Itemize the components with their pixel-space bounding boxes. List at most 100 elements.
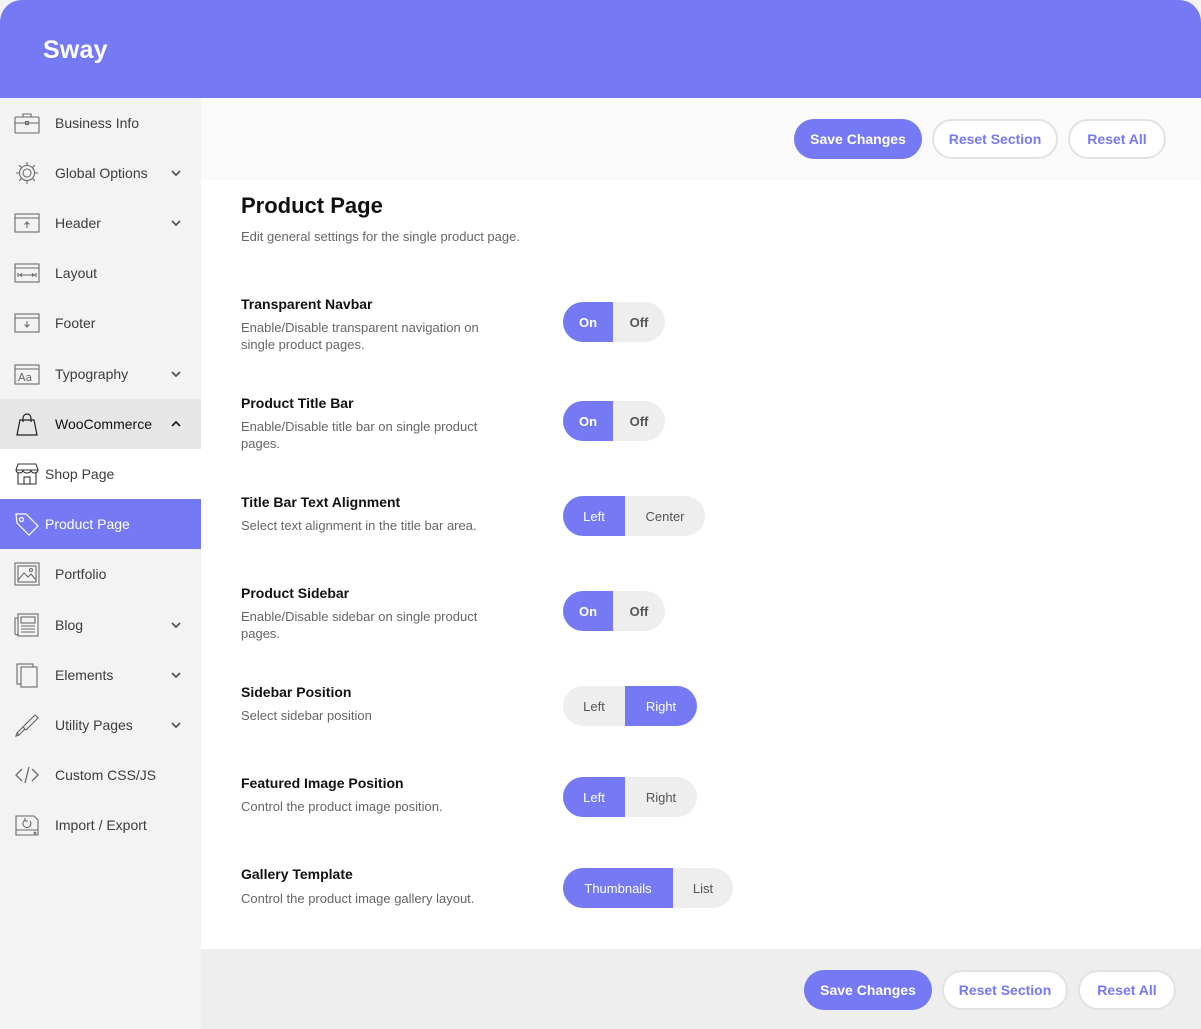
sidebar-item-global-options[interactable]: Global Options	[0, 148, 201, 198]
sidebar-item-woocommerce[interactable]: WooCommerce	[0, 399, 201, 449]
page-title: Product Page	[241, 193, 383, 218]
sidebar-item-label: Global Options	[55, 165, 148, 181]
sidebar-item-label: Typography	[55, 366, 129, 382]
save-changes-button[interactable]: Save Changes	[804, 970, 932, 1010]
setting-description: Control the product image position.	[241, 799, 443, 814]
footer-layout-icon	[13, 310, 41, 336]
setting-title: Featured Image Position	[241, 775, 404, 791]
sidebar-item-elements[interactable]: Elements	[0, 650, 201, 700]
sidebar-item-footer[interactable]: Footer	[0, 298, 201, 348]
sidebar-item-layout[interactable]: Layout	[0, 248, 201, 298]
layout-width-icon	[13, 260, 41, 286]
sidebar-item-label: Product Page	[45, 516, 130, 532]
toggle-off-option[interactable]: Off	[613, 401, 665, 441]
setting-title: Transparent Navbar	[241, 296, 373, 312]
list-option[interactable]: List	[673, 868, 733, 908]
setting-description: Select text alignment in the title bar a…	[241, 518, 477, 533]
sidebar-item-header[interactable]: Header	[0, 198, 201, 248]
sidebar-item-business-info[interactable]: Business Info	[0, 98, 201, 148]
shopping-bag-icon	[13, 411, 41, 437]
sidebar-item-label: Blog	[55, 617, 84, 633]
sidebar-item-portfolio[interactable]: Portfolio	[0, 549, 201, 599]
top-header-bar: Sway	[0, 0, 1201, 98]
app-logo-title: Sway	[43, 36, 108, 64]
chevron-down-icon	[170, 368, 182, 380]
setting-title: Title Bar Text Alignment	[241, 494, 401, 510]
import-export-icon	[13, 812, 41, 838]
setting-description: Enable/Disable transparent navigation on…	[241, 320, 479, 352]
sidebar-item-label: Footer	[55, 315, 96, 331]
sidebar-item-blog[interactable]: Blog	[0, 600, 201, 650]
chevron-up-icon	[170, 418, 182, 430]
chevron-down-icon	[170, 167, 182, 179]
sidebar-item-label: Elements	[55, 667, 114, 683]
sidebar-item-label: Business Info	[55, 115, 140, 131]
toggle-off-option[interactable]: Off	[613, 302, 665, 342]
position-left-option[interactable]: Left	[563, 686, 625, 726]
sidebar-item-custom-css-js[interactable]: Custom CSS/JS	[0, 750, 201, 800]
price-tag-icon	[13, 511, 41, 537]
setting-title: Sidebar Position	[241, 684, 352, 700]
svg-text:Aa: Aa	[18, 371, 32, 384]
toggle-on-option[interactable]: On	[563, 591, 613, 631]
sidebar-item-label: Utility Pages	[55, 717, 133, 733]
header-layout-icon	[13, 210, 41, 236]
reset-all-button[interactable]: Reset All	[1078, 970, 1176, 1010]
toggle-on-option[interactable]: On	[563, 401, 613, 441]
chevron-down-icon	[170, 217, 182, 229]
sidebar-item-label: Header	[55, 215, 101, 231]
sidebar-position-selector: Left Right	[563, 686, 697, 726]
toggle-on-option[interactable]: On	[563, 302, 613, 342]
align-left-option[interactable]: Left	[563, 496, 625, 536]
featured-image-position-selector: Left Right	[563, 777, 697, 817]
sidebar-subitem-product-page[interactable]: Product Page	[0, 499, 201, 549]
sidebar-subitem-shop-page[interactable]: Shop Page	[0, 449, 201, 499]
position-left-option[interactable]: Left	[563, 777, 625, 817]
code-icon	[13, 762, 41, 788]
setting-description: Enable/Disable sidebar on single product…	[241, 609, 478, 641]
settings-panel: Save Changes Reset Section Reset All Pro…	[201, 98, 1201, 949]
briefcase-icon	[13, 110, 41, 136]
sidebar-item-import-export[interactable]: Import / Export	[0, 800, 201, 850]
position-right-option[interactable]: Right	[625, 686, 697, 726]
setting-description: Control the product image gallery layout…	[241, 891, 475, 906]
product-sidebar-toggle: On Off	[563, 591, 665, 631]
bottom-action-bar: Save Changes Reset Section Reset All	[201, 949, 1201, 1029]
setting-description: Select sidebar position	[241, 708, 372, 723]
chevron-down-icon	[170, 669, 182, 681]
transparent-navbar-toggle: On Off	[563, 302, 665, 342]
wrench-icon	[13, 712, 41, 738]
reset-all-button[interactable]: Reset All	[1068, 119, 1166, 159]
position-right-option[interactable]: Right	[625, 777, 697, 817]
gear-icon	[13, 160, 41, 186]
product-title-bar-toggle: On Off	[563, 401, 665, 441]
gallery-template-selector: Thumbnails List	[563, 868, 733, 908]
toggle-off-option[interactable]: Off	[613, 591, 665, 631]
newspaper-icon	[13, 612, 41, 638]
setting-title: Product Title Bar	[241, 395, 354, 411]
sidebar: Business Info Global Options Header Layo…	[0, 98, 201, 1029]
sidebar-item-label: Shop Page	[45, 466, 115, 482]
setting-description: Enable/Disable title bar on single produ…	[241, 419, 478, 451]
align-center-option[interactable]: Center	[625, 496, 705, 536]
sidebar-item-label: Portfolio	[55, 566, 107, 582]
sidebar-item-utility-pages[interactable]: Utility Pages	[0, 700, 201, 750]
save-changes-button[interactable]: Save Changes	[794, 119, 922, 159]
reset-section-button[interactable]: Reset Section	[942, 970, 1068, 1010]
top-action-bar: Save Changes Reset Section Reset All	[201, 98, 1201, 180]
setting-title: Product Sidebar	[241, 585, 350, 601]
sidebar-item-label: Import / Export	[55, 817, 147, 833]
app-window: Sway Business Info Global Options Header	[0, 0, 1201, 1029]
title-alignment-selector: Left Center	[563, 496, 705, 536]
typography-icon: Aa	[13, 361, 41, 387]
sidebar-item-label: Layout	[55, 265, 98, 281]
chevron-down-icon	[170, 619, 182, 631]
sidebar-item-label: WooCommerce	[55, 416, 152, 432]
sidebar-item-label: Custom CSS/JS	[55, 767, 157, 783]
image-frame-icon	[13, 561, 41, 587]
page-description: Edit general settings for the single pro…	[241, 229, 520, 244]
reset-section-button[interactable]: Reset Section	[932, 119, 1058, 159]
sidebar-item-typography[interactable]: Aa Typography	[0, 349, 201, 399]
elements-icon	[13, 662, 41, 688]
thumbnails-option[interactable]: Thumbnails	[563, 868, 673, 908]
